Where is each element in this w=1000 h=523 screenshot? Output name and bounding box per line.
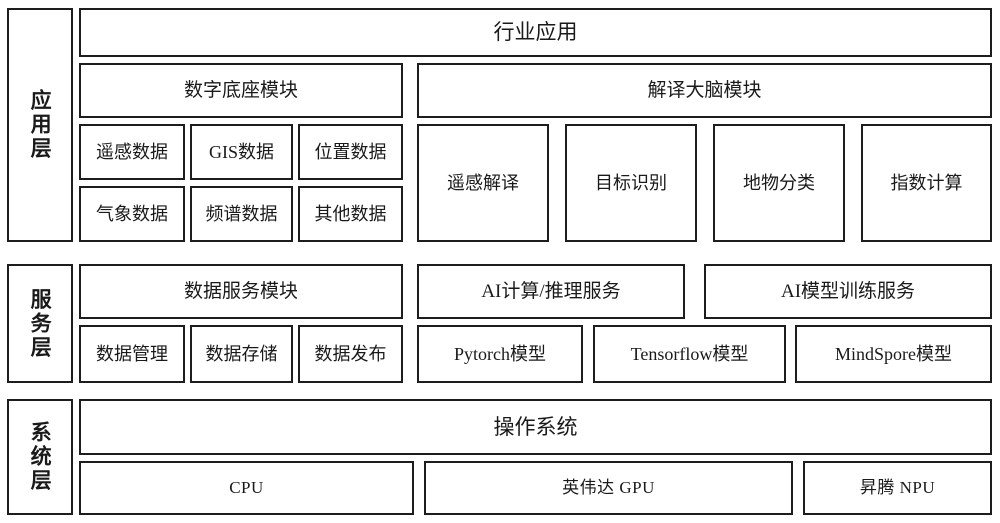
brain-item-remote-sensing-interpretation: 遥感解译 — [417, 124, 549, 242]
layer-label-service-text: 服务层 — [28, 288, 52, 360]
brain-item-target-recognition: 目标识别 — [565, 124, 697, 242]
module-header-ai-compute-service-label: AI计算/推理服务 — [481, 281, 620, 303]
module-header-interpretation-brain: 解译大脑模块 — [417, 63, 992, 118]
module-header-digital-base: 数字底座模块 — [79, 63, 403, 118]
module-header-data-service: 数据服务模块 — [79, 264, 403, 319]
brain-item-landcover-classification: 地物分类 — [713, 124, 845, 242]
module-header-ai-compute-service: AI计算/推理服务 — [417, 264, 685, 319]
industry-application-label: 行业应用 — [494, 20, 578, 44]
operating-system-label: 操作系统 — [494, 415, 578, 439]
service-item-data-storage-label: 数据存储 — [206, 344, 278, 365]
service-item-data-publishing-label: 数据发布 — [315, 344, 387, 365]
data-item-spectrum: 频谱数据 — [190, 186, 293, 242]
module-header-digital-base-label: 数字底座模块 — [184, 80, 298, 102]
hardware-item-nvidia-gpu: 英伟达 GPU — [424, 461, 793, 515]
hardware-item-ascend-npu-label: 昇腾 NPU — [860, 478, 935, 498]
layer-label-application: 应用层 — [7, 8, 73, 242]
service-item-data-management-label: 数据管理 — [96, 344, 168, 365]
industry-application-banner: 行业应用 — [79, 8, 992, 57]
framework-item-pytorch-label: Pytorch模型 — [454, 344, 546, 365]
hardware-item-cpu-label: CPU — [229, 478, 264, 498]
layer-label-system-text: 系统层 — [28, 421, 52, 493]
data-item-gis-label: GIS数据 — [209, 142, 274, 163]
service-item-data-management: 数据管理 — [79, 325, 185, 383]
data-item-location-label: 位置数据 — [315, 142, 387, 163]
hardware-item-ascend-npu: 昇腾 NPU — [803, 461, 992, 515]
layer-label-service: 服务层 — [7, 264, 73, 383]
framework-item-tensorflow-label: Tensorflow模型 — [631, 344, 749, 365]
brain-item-remote-sensing-interpretation-label: 遥感解译 — [447, 173, 519, 194]
hardware-item-cpu: CPU — [79, 461, 414, 515]
data-item-remote-sensing-label: 遥感数据 — [96, 142, 168, 163]
layer-label-application-text: 应用层 — [28, 89, 52, 161]
data-item-spectrum-label: 频谱数据 — [206, 204, 278, 225]
service-item-data-publishing: 数据发布 — [298, 325, 403, 383]
brain-item-index-calculation: 指数计算 — [861, 124, 992, 242]
data-item-meteorology-label: 气象数据 — [96, 204, 168, 225]
data-item-gis: GIS数据 — [190, 124, 293, 180]
operating-system-banner: 操作系统 — [79, 399, 992, 455]
data-item-other: 其他数据 — [298, 186, 403, 242]
module-header-data-service-label: 数据服务模块 — [184, 281, 298, 303]
service-item-data-storage: 数据存储 — [190, 325, 293, 383]
hardware-item-nvidia-gpu-label: 英伟达 GPU — [562, 478, 655, 498]
layer-label-system: 系统层 — [7, 399, 73, 515]
framework-item-pytorch: Pytorch模型 — [417, 325, 583, 383]
data-item-location: 位置数据 — [298, 124, 403, 180]
module-header-ai-training-service: AI模型训练服务 — [704, 264, 992, 319]
module-header-ai-training-service-label: AI模型训练服务 — [781, 281, 915, 303]
data-item-other-label: 其他数据 — [315, 204, 387, 225]
data-item-meteorology: 气象数据 — [79, 186, 185, 242]
brain-item-target-recognition-label: 目标识别 — [595, 173, 667, 194]
module-header-interpretation-brain-label: 解译大脑模块 — [647, 80, 761, 102]
brain-item-landcover-classification-label: 地物分类 — [743, 173, 815, 194]
framework-item-mindspore-label: MindSpore模型 — [835, 344, 952, 365]
framework-item-mindspore: MindSpore模型 — [795, 325, 992, 383]
brain-item-index-calculation-label: 指数计算 — [891, 173, 963, 194]
data-item-remote-sensing: 遥感数据 — [79, 124, 185, 180]
architecture-diagram: 应用层 行业应用 数字底座模块 遥感数据 GIS数据 位置数据 气象数据 频谱数… — [0, 0, 1000, 523]
framework-item-tensorflow: Tensorflow模型 — [593, 325, 786, 383]
